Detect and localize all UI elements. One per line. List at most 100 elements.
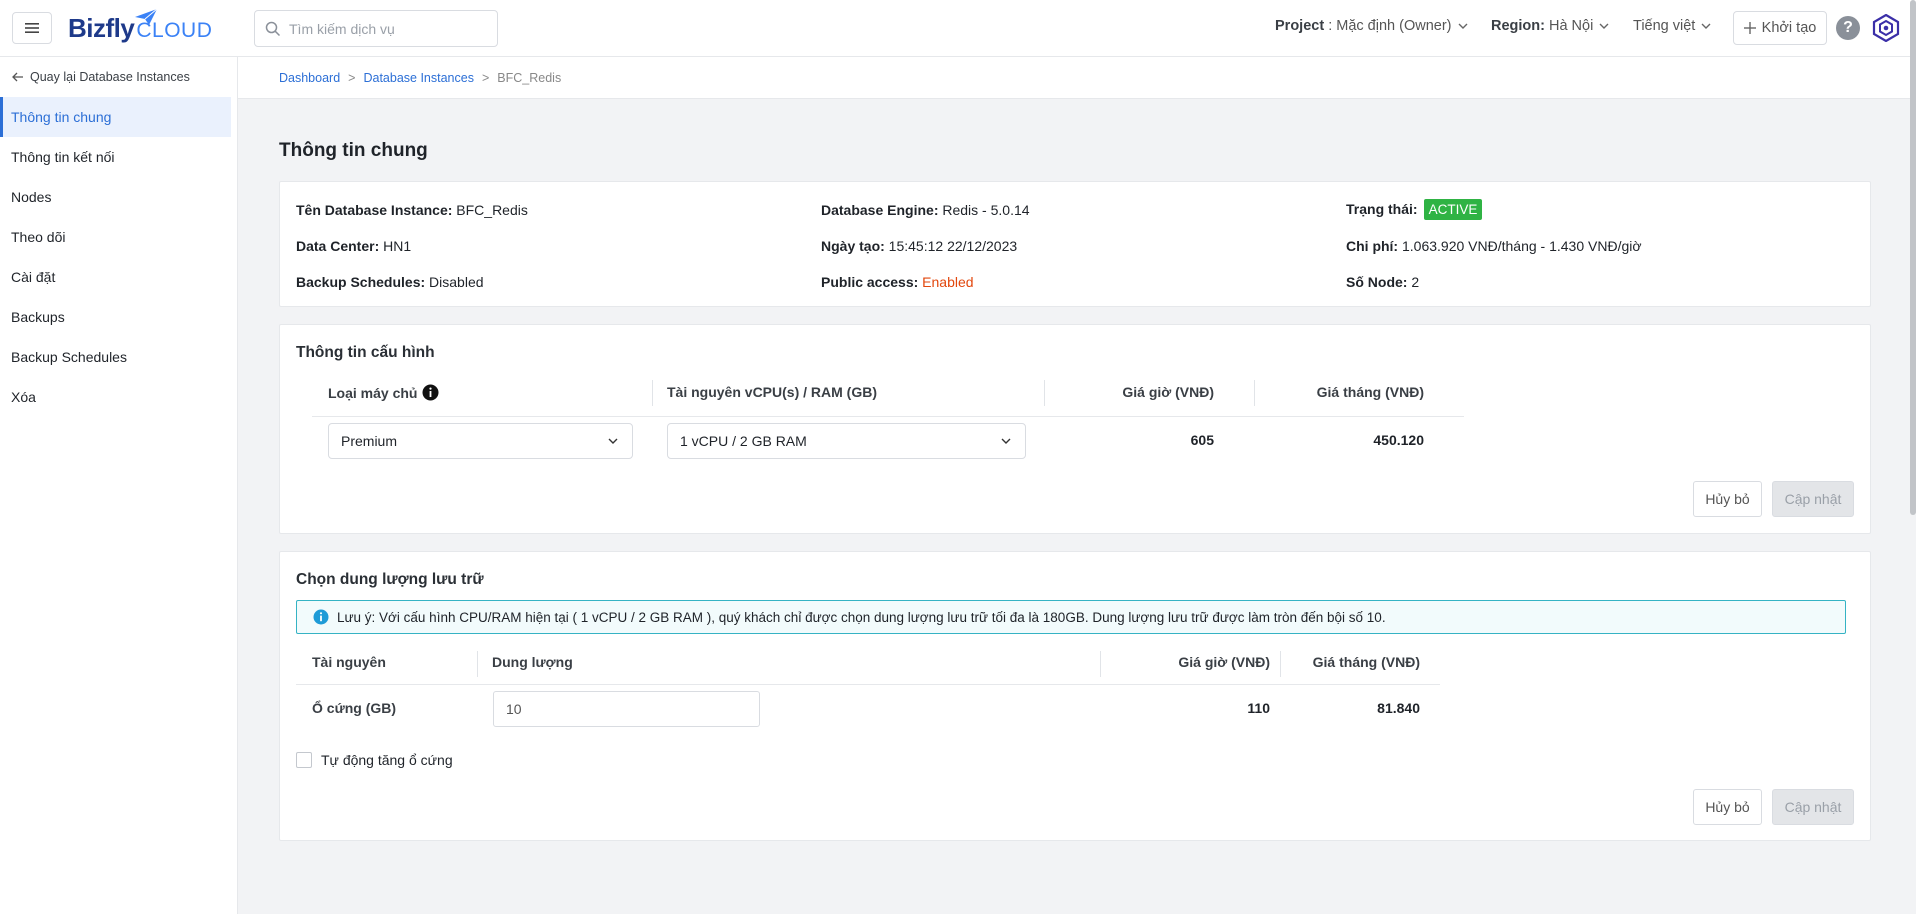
auto-increase-label: Tự động tăng ổ cứng bbox=[321, 752, 453, 768]
instance-name-field: Tên Database Instance: BFC_Redis bbox=[296, 202, 528, 218]
service-search-box[interactable] bbox=[254, 10, 498, 47]
capacity-header: Dung lượng bbox=[492, 654, 573, 670]
storage-hourly-value: 110 bbox=[1247, 700, 1270, 716]
resource-header: Tài nguyên vCPU(s) / RAM (GB) bbox=[667, 384, 878, 400]
config-update-button[interactable]: Cập nhật bbox=[1772, 481, 1854, 517]
back-link-label: Quay lại Database Instances bbox=[30, 70, 190, 84]
search-icon bbox=[265, 21, 281, 36]
chevron-down-icon bbox=[1701, 23, 1711, 29]
hamburger-icon bbox=[25, 23, 39, 33]
page-scrollbar[interactable] bbox=[1910, 0, 1916, 515]
storage-update-button[interactable]: Cập nhật bbox=[1772, 789, 1854, 825]
breadcrumb-database-instances[interactable]: Database Instances bbox=[363, 71, 474, 85]
project-value: : Mặc định (Owner) bbox=[1324, 18, 1452, 34]
help-icon[interactable]: ? bbox=[1836, 16, 1860, 40]
monthly-price-header: Giá tháng (VNĐ) bbox=[1316, 384, 1424, 400]
hamburger-menu-button[interactable] bbox=[12, 12, 52, 44]
region-label: Region: bbox=[1491, 18, 1545, 34]
storage-title: Chọn dung lượng lưu trữ bbox=[296, 571, 484, 588]
breadcrumb-current: BFC_Redis bbox=[497, 71, 562, 85]
sidebar-item-nodes[interactable]: Nodes bbox=[0, 177, 231, 217]
general-info-card: Tên Database Instance: BFC_Redis Databas… bbox=[279, 181, 1871, 307]
backup-schedules-field: Backup Schedules: Disabled bbox=[296, 274, 484, 290]
config-title: Thông tin cấu hình bbox=[296, 344, 435, 361]
storage-cancel-button[interactable]: Hủy bỏ bbox=[1693, 789, 1762, 825]
info-icon[interactable] bbox=[422, 384, 439, 401]
sidebar: Quay lại Database Instances Thông tin ch… bbox=[0, 57, 238, 914]
sidebar-nav: Thông tin chung Thông tin kết nối Nodes … bbox=[0, 97, 231, 417]
breadcrumb-separator: > bbox=[348, 71, 356, 85]
auto-increase-option[interactable]: Tự động tăng ổ cứng bbox=[296, 752, 453, 768]
sidebar-item-delete[interactable]: Xóa bbox=[0, 377, 231, 417]
engine-label: Database Engine: bbox=[821, 202, 939, 218]
cost-value: 1.063.920 VNĐ/tháng - 1.430 VNĐ/giờ bbox=[1398, 238, 1642, 254]
language-selector[interactable]: Tiếng việt bbox=[1633, 18, 1711, 34]
status-label: Trạng thái: bbox=[1346, 201, 1418, 217]
create-button[interactable]: Khởi tạo bbox=[1733, 11, 1827, 45]
region-value: Hà Nội bbox=[1544, 18, 1594, 34]
node-count-label: Số Node: bbox=[1346, 274, 1408, 290]
backup-schedules-label: Backup Schedules: bbox=[296, 274, 426, 290]
paper-plane-icon bbox=[135, 8, 158, 25]
storage-note-text: Lưu ý: Với cấu hình CPU/RAM hiện tại ( 1… bbox=[337, 609, 1386, 625]
sidebar-item-general-info[interactable]: Thông tin chung bbox=[0, 97, 231, 137]
search-input[interactable] bbox=[289, 20, 479, 37]
storage-note: Lưu ý: Với cấu hình CPU/RAM hiện tại ( 1… bbox=[296, 600, 1846, 634]
project-selector[interactable]: Project : Mặc định (Owner) bbox=[1275, 18, 1468, 34]
storage-resource-header: Tài nguyên bbox=[312, 654, 386, 670]
hourly-price-header: Giá giờ (VNĐ) bbox=[1122, 384, 1214, 400]
hourly-price-value: 605 bbox=[1190, 432, 1214, 448]
table-divider bbox=[312, 416, 1464, 417]
bizfly-cloud-logo[interactable]: Bizfly CLOUD bbox=[68, 8, 212, 46]
node-count-field: Số Node: 2 bbox=[1346, 274, 1419, 290]
table-divider bbox=[296, 684, 1440, 685]
datacenter-field: Data Center: HN1 bbox=[296, 238, 411, 254]
project-label: Project bbox=[1275, 18, 1325, 34]
breadcrumb-dashboard[interactable]: Dashboard bbox=[279, 71, 340, 85]
sidebar-item-backup-schedules[interactable]: Backup Schedules bbox=[0, 337, 231, 377]
server-type-value: Premium bbox=[341, 433, 398, 449]
node-count-value: 2 bbox=[1407, 274, 1420, 290]
logo-text: Bizfly bbox=[68, 12, 135, 43]
created-date-value: 15:45:12 22/12/2023 bbox=[884, 238, 1018, 254]
storage-hourly-header: Giá giờ (VNĐ) bbox=[1178, 654, 1270, 670]
create-label: Khởi tạo bbox=[1761, 20, 1817, 36]
disk-row-label: Ổ cứng (GB) bbox=[312, 700, 397, 716]
chevron-down-icon bbox=[1001, 438, 1011, 444]
status-field: Trạng thái: ACTIVE bbox=[1346, 199, 1483, 220]
sidebar-item-backups[interactable]: Backups bbox=[0, 297, 231, 337]
sidebar-item-connection-info[interactable]: Thông tin kết nối bbox=[0, 137, 231, 177]
resource-value: 1 vCPU / 2 GB RAM bbox=[680, 433, 807, 449]
status-badge: ACTIVE bbox=[1423, 199, 1483, 220]
datacenter-value: HN1 bbox=[379, 238, 412, 254]
chevron-down-icon bbox=[1599, 23, 1609, 29]
auto-increase-checkbox[interactable] bbox=[296, 752, 312, 768]
server-type-select[interactable]: Premium bbox=[328, 423, 633, 459]
plus-icon bbox=[1743, 22, 1756, 34]
storage-monthly-header: Giá tháng (VNĐ) bbox=[1312, 654, 1420, 670]
config-card: Thông tin cấu hình Loại máy chủ Tài nguy… bbox=[279, 324, 1871, 534]
created-date-label: Ngày tạo: bbox=[821, 238, 885, 254]
storage-monthly-value: 81.840 bbox=[1377, 700, 1420, 716]
public-access-value: Enabled bbox=[918, 274, 974, 290]
capacity-input[interactable]: 10 bbox=[493, 691, 760, 727]
column-separator bbox=[652, 380, 653, 406]
public-access-label: Public access: bbox=[821, 274, 919, 290]
top-bar: Bizfly CLOUD Project : Mặc định (Owner) … bbox=[0, 0, 1916, 57]
config-cancel-button[interactable]: Hủy bỏ bbox=[1693, 481, 1762, 517]
breadcrumb-bar: Dashboard > Database Instances > BFC_Red… bbox=[238, 57, 1916, 99]
region-selector[interactable]: Region: Hà Nội bbox=[1491, 18, 1609, 34]
instance-name-value: BFC_Redis bbox=[452, 202, 528, 218]
resource-select[interactable]: 1 vCPU / 2 GB RAM bbox=[667, 423, 1026, 459]
chevron-down-icon bbox=[608, 438, 618, 444]
engine-value: Redis - 5.0.14 bbox=[938, 202, 1030, 218]
app-grid-icon[interactable] bbox=[1872, 14, 1900, 42]
sidebar-item-monitoring[interactable]: Theo dõi bbox=[0, 217, 231, 257]
arrow-left-icon bbox=[12, 72, 23, 82]
language-value: Tiếng việt bbox=[1633, 18, 1696, 34]
column-separator bbox=[477, 651, 478, 677]
breadcrumb: Dashboard > Database Instances > BFC_Red… bbox=[279, 71, 561, 85]
back-to-instances-link[interactable]: Quay lại Database Instances bbox=[12, 70, 190, 84]
monthly-price-value: 450.120 bbox=[1373, 432, 1424, 448]
sidebar-item-settings[interactable]: Cài đặt bbox=[0, 257, 231, 297]
